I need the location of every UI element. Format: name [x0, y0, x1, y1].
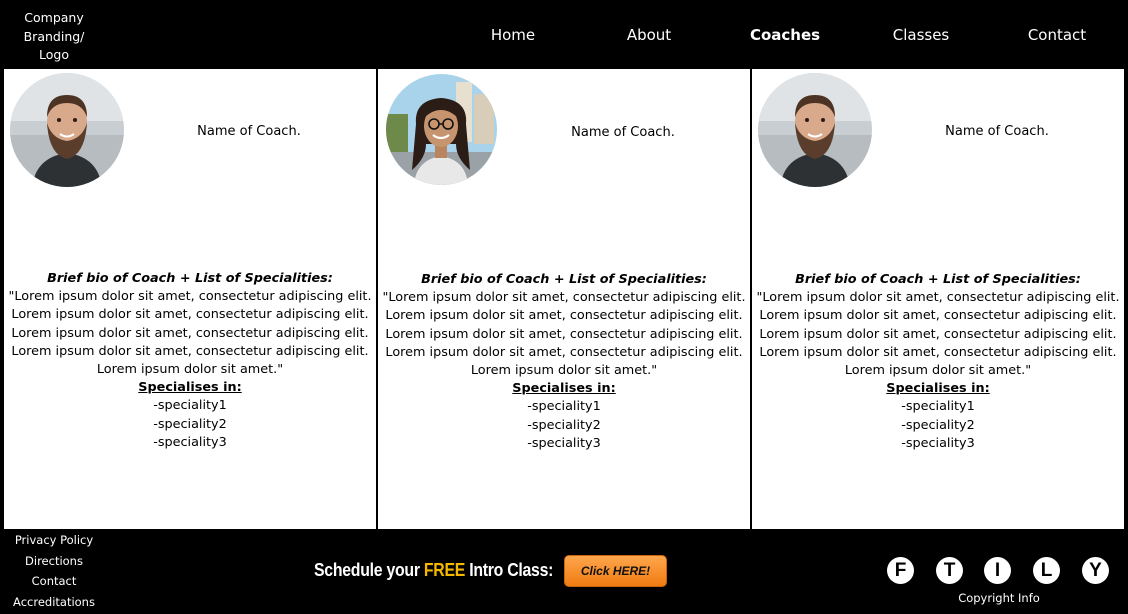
page-frame: Company Branding/ Logo Home About Coache… [0, 0, 1128, 614]
cta-free-highlight: FREE [423, 560, 466, 580]
linkedin-icon[interactable]: L [1033, 557, 1060, 584]
coach-card: Name of Coach. Brief bio of Coach + List… [752, 69, 1124, 529]
coach-name: Name of Coach. [571, 125, 675, 140]
company-logo[interactable]: Company Branding/ Logo [4, 4, 104, 66]
bio-line: Lorem ipsum dolor sit amet, consectetur … [385, 326, 743, 342]
instagram-icon[interactable]: I [984, 557, 1011, 584]
specialises-title: Specialises in: [886, 381, 990, 397]
coach-name: Name of Coach. [945, 124, 1049, 139]
speciality-item: -speciality2 [527, 417, 601, 433]
smiling-woman-photo [386, 74, 497, 185]
logo-line: Company [24, 10, 84, 25]
nav-coaches[interactable]: Coaches [730, 26, 840, 44]
click-here-button[interactable]: Click HERE! [564, 555, 667, 587]
bio-title: Brief bio of Coach + List of Specialitie… [421, 272, 707, 287]
coach-name: Name of Coach. [197, 124, 301, 139]
bio-title: Brief bio of Coach + List of Specialitie… [47, 271, 333, 286]
nav-classes[interactable]: Classes [866, 26, 976, 44]
nav-contact[interactable]: Contact [1002, 26, 1112, 44]
bio-line: Lorem ipsum dolor sit amet, consectetur … [759, 326, 1117, 342]
facebook-icon[interactable]: F [887, 557, 914, 584]
bio-title: Brief bio of Coach + List of Specialitie… [795, 272, 1081, 287]
bio-line: Lorem ipsum dolor sit amet." [470, 363, 658, 379]
bio-line: Lorem ipsum dolor sit amet, consectetur … [385, 308, 743, 324]
bio-line: Lorem ipsum dolor sit amet, consectetur … [385, 344, 743, 360]
cta-text: Schedule your FREE Intro Class: [314, 560, 553, 581]
footer-links: Privacy Policy Directions Contact Accred… [4, 530, 104, 612]
specialises-title: Specialises in: [512, 381, 616, 397]
coach-card: Name of Coach. Brief bio of Coach + List… [4, 69, 376, 529]
bio-line: Lorem ipsum dolor sit amet." [96, 362, 284, 378]
bio-line: Lorem ipsum dolor sit amet, consectetur … [11, 325, 369, 341]
speciality-item: -speciality1 [901, 399, 975, 415]
footer-link-contact[interactable]: Contact [4, 571, 104, 592]
bio-line: "Lorem ipsum dolor sit amet, consectetur… [382, 290, 746, 306]
bearded-man-photo [10, 73, 124, 187]
bio-line: Lorem ipsum dolor sit amet, consectetur … [11, 307, 369, 323]
bio-line: Lorem ipsum dolor sit amet, consectetur … [759, 344, 1117, 360]
footer-link-accreditations[interactable]: Accreditations [4, 592, 104, 613]
twitter-icon[interactable]: T [936, 557, 963, 584]
cta-prefix: Schedule your [314, 560, 424, 580]
cta-suffix: Intro Class: [465, 560, 554, 580]
speciality-item: -speciality3 [901, 435, 975, 451]
bio-line: Lorem ipsum dolor sit amet." [844, 363, 1032, 379]
copyright-info: Copyright Info [958, 591, 1040, 605]
nav-home[interactable]: Home [458, 26, 568, 44]
speciality-item: -speciality2 [153, 416, 227, 432]
youtube-icon[interactable]: Y [1082, 557, 1109, 584]
footer-link-directions[interactable]: Directions [4, 551, 104, 572]
coach-bio: Brief bio of Coach + List of Specialitie… [4, 270, 376, 452]
nav-about[interactable]: About [594, 26, 704, 44]
specialises-title: Specialises in: [138, 380, 242, 396]
speciality-item: -speciality3 [527, 435, 601, 451]
speciality-item: -speciality1 [153, 398, 227, 414]
coach-bio: Brief bio of Coach + List of Specialitie… [378, 271, 750, 453]
bio-line: Lorem ipsum dolor sit amet, consectetur … [11, 343, 369, 359]
footer-link-privacy[interactable]: Privacy Policy [4, 530, 104, 551]
logo-line: Logo [39, 47, 69, 62]
speciality-item: -speciality3 [153, 434, 227, 450]
coach-card: Name of Coach. Brief bio of Coach + List… [378, 69, 750, 529]
bio-line: Lorem ipsum dolor sit amet, consectetur … [759, 308, 1117, 324]
bio-line: "Lorem ipsum dolor sit amet, consectetur… [8, 289, 372, 305]
speciality-item: -speciality2 [901, 417, 975, 433]
bearded-man-photo [758, 73, 872, 187]
logo-line: Branding/ [23, 28, 85, 44]
coach-bio: Brief bio of Coach + List of Specialitie… [752, 271, 1124, 453]
speciality-item: -speciality1 [527, 399, 601, 415]
bio-line: "Lorem ipsum dolor sit amet, consectetur… [756, 290, 1120, 306]
